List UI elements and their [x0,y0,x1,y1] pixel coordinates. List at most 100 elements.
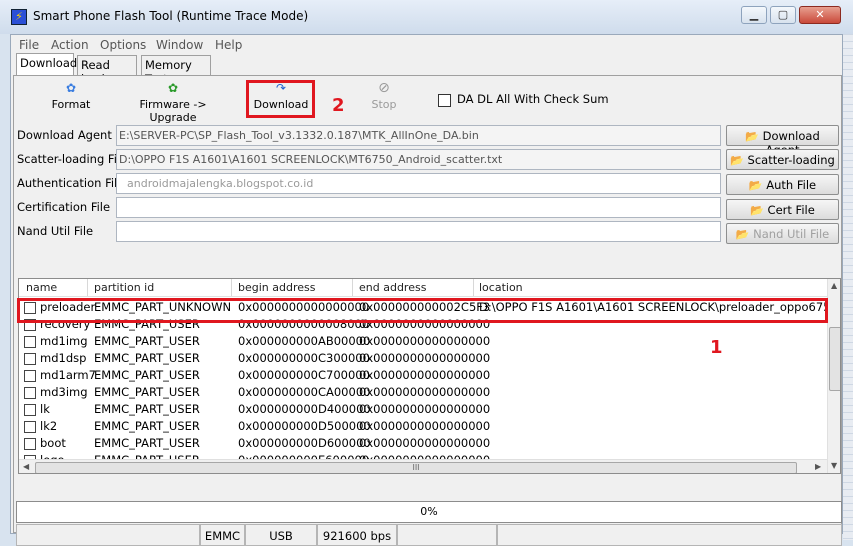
vertical-scroll-thumb[interactable] [829,327,840,391]
row-checkbox[interactable] [24,353,36,365]
table-row[interactable]: md3img EMMC_PART_USER 0x000000000CA00000 0x… [19,384,827,401]
horizontal-scroll-thumb[interactable]: III [35,462,797,473]
menu-action[interactable]: Action [51,38,89,52]
format-button[interactable]: ✿ Format [46,81,96,112]
cell-end-address: 0x0000000000000000 [359,402,491,416]
menu-help[interactable]: Help [215,38,242,52]
cell-end-address: 0x0000000000000000 [359,351,491,365]
status-cell-empty-3 [497,524,842,546]
firmware-upgrade-label: Firmware -> Upgrade [139,98,207,124]
download-agent-field[interactable]: E:\SERVER-PC\SP_Flash_Tool_v3.1332.0.187… [116,125,721,146]
scatter-loading-label: Scatter-loading File [17,152,128,166]
tab-read-back[interactable]: Read back [77,55,137,86]
row-checkbox[interactable] [24,370,36,382]
cell-partition-id: EMMC_PART_USER [94,334,200,348]
background-window-edge [843,0,853,540]
scatter-loading-button-label: Scatter-loading [747,153,835,167]
table-row[interactable]: md1dsp EMMC_PART_USER 0x000000000C300000 0x… [19,350,827,367]
cell-name: boot [40,436,66,450]
status-cell-empty-2 [397,524,497,546]
close-icon[interactable]: ✕ [799,6,841,24]
row-checkbox[interactable] [24,387,36,399]
progress-text: 0% [420,505,438,518]
cert-file-button[interactable]: 📂 Cert File [726,199,839,220]
menu-bar: File Action Options Window Help [11,35,842,54]
stop-label: Stop [371,98,397,111]
nand-util-file-field[interactable] [116,221,721,242]
scroll-down-icon[interactable]: ▼ [831,461,837,470]
tab-memory-test[interactable]: Memory Test [141,55,211,86]
cell-name: lk2 [40,419,58,433]
row-checkbox[interactable] [24,438,36,450]
tab-download[interactable]: Download [16,53,77,76]
app-client-area: File Action Options Window Help Download… [10,34,843,546]
nand-util-file-label: Nand Util File [17,224,94,238]
format-icon: ✿ [65,81,77,95]
column-header-name[interactable]: name [26,281,57,294]
column-header-partition-id[interactable]: partition id [94,281,154,294]
firmware-upgrade-button[interactable]: ✿ Firmware -> Upgrade [118,81,228,125]
scatter-loading-field[interactable]: D:\OPPO F1S A1601\A1601 SCREENLOCK\MT675… [116,149,721,170]
column-header-begin-address[interactable]: begin address [238,281,315,294]
certification-file-field[interactable] [116,197,721,218]
column-header-end-address[interactable]: end address [359,281,426,294]
stop-icon: ⊘ [378,80,390,96]
stop-button[interactable]: ⊘ Stop [364,80,404,111]
cell-end-address: 0x0000000000000000 [359,334,491,348]
preloader-highlight-box [17,298,828,323]
minimize-icon[interactable]: ▁ [741,6,767,24]
cell-end-address: 0x0000000000000000 [359,436,491,450]
scatter-loading-button[interactable]: 📂 Scatter-loading [726,149,839,170]
status-storage: EMMC [200,524,245,546]
column-header-location[interactable]: location [479,281,523,294]
table-row[interactable]: md1arm7 EMMC_PART_USER 0x000000000C700000 0… [19,367,827,384]
download-agent-button[interactable]: 📂 Download Agent [726,125,839,157]
folder-icon: 📂 [750,204,764,217]
da-dl-checksum-label: DA DL All With Check Sum [457,92,609,106]
window-title: Smart Phone Flash Tool (Runtime Trace Mo… [33,9,309,23]
da-dl-checksum-checkbox[interactable] [438,94,451,107]
firmware-upgrade-icon: ✿ [167,81,179,95]
scroll-up-icon[interactable]: ▲ [831,281,837,290]
annotation-2: 2 [332,95,345,116]
cell-name: lk [40,402,50,416]
table-row[interactable]: boot EMMC_PART_USER 0x000000000D600000 0x00… [19,435,827,452]
cell-partition-id: EMMC_PART_USER [94,385,200,399]
folder-icon: 📂 [735,228,750,241]
scroll-left-icon[interactable]: ◀ [23,462,29,471]
cell-partition-id: EMMC_PART_USER [94,419,200,433]
flash-tool-icon: ⚡ [11,9,27,25]
nand-util-file-button-label: Nand Util File [753,227,830,241]
scroll-right-icon[interactable]: ▶ [815,462,821,471]
authentication-file-field[interactable]: androidmajalengka.blogspot.co.id [116,173,721,194]
auth-file-button-label: Auth File [766,178,817,192]
row-checkbox[interactable] [24,336,36,348]
menu-file[interactable]: File [19,38,39,52]
cell-end-address: 0x0000000000000000 [359,419,491,433]
row-checkbox[interactable] [24,421,36,433]
cell-name: md1img [40,334,88,348]
nand-util-file-button[interactable]: 📂 Nand Util File [726,223,839,244]
horizontal-scrollbar[interactable]: ◀ III ▶ [19,459,827,473]
menu-window[interactable]: Window [156,38,203,52]
cell-begin-address: 0x000000000CA00000 [238,385,371,399]
auth-file-button[interactable]: 📂 Auth File [726,174,839,195]
table-row[interactable]: lk2 EMMC_PART_USER 0x000000000D500000 0x000… [19,418,827,435]
folder-icon: 📂 [748,179,763,192]
cell-begin-address: 0x000000000D600000 [238,436,371,450]
cell-begin-address: 0x000000000C700000 [238,368,370,382]
vertical-scrollbar[interactable]: ▲ ▼ [827,279,840,473]
cell-end-address: 0x0000000000000000 [359,368,491,382]
format-label: Format [51,98,91,111]
download-highlight-box [246,80,315,118]
table-row[interactable]: lk EMMC_PART_USER 0x000000000D400000 0x0000… [19,401,827,418]
cell-partition-id: EMMC_PART_USER [94,402,200,416]
cell-partition-id: EMMC_PART_USER [94,351,200,365]
menu-options[interactable]: Options [100,38,146,52]
table-header: name partition id begin address end addr… [19,279,827,297]
maximize-icon[interactable]: ▢ [770,6,796,24]
cell-partition-id: EMMC_PART_USER [94,436,200,450]
row-checkbox[interactable] [24,404,36,416]
table-row[interactable]: md1img EMMC_PART_USER 0x000000000AB00000 0x… [19,333,827,350]
status-bar: EMMC USB 921600 bps [16,524,842,546]
